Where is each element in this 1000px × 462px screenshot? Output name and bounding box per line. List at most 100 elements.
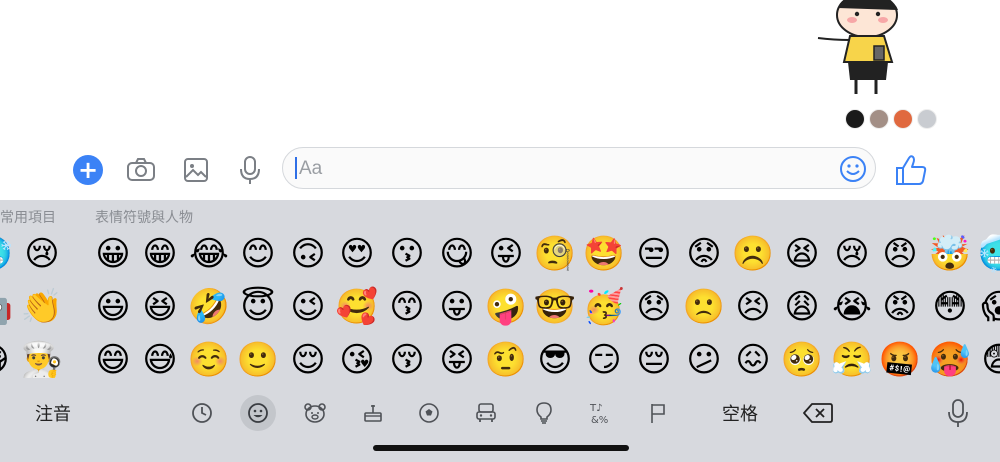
emoji-key[interactable]: 🥺: [780, 338, 824, 382]
emoji-key[interactable]: 😒: [632, 232, 676, 276]
emoji-key[interactable]: 😕: [682, 338, 726, 382]
emoji-key[interactable]: 😂: [187, 232, 231, 276]
emoji-key[interactable]: 😄: [91, 338, 135, 382]
tab-travel[interactable]: [468, 390, 504, 436]
microphone-icon: [948, 399, 968, 427]
tab-recent[interactable]: [184, 390, 220, 436]
emoji-key[interactable]: 🤣: [187, 285, 231, 329]
emoji-key[interactable]: 😌: [286, 338, 330, 382]
tab-activity[interactable]: [411, 390, 447, 436]
emoji-key[interactable]: 😣: [731, 285, 775, 329]
emoji-key[interactable]: 😱: [977, 285, 1000, 329]
emoji-key[interactable]: 😝: [435, 338, 479, 382]
emoji-key[interactable]: 😃: [91, 285, 135, 329]
emoji-key[interactable]: 🤪: [484, 285, 528, 329]
emoji-key[interactable]: 😅: [138, 338, 182, 382]
emoji-key[interactable]: 😉: [286, 285, 330, 329]
emoji-key[interactable]: 😛: [435, 285, 479, 329]
add-button[interactable]: +: [71, 153, 105, 187]
emoji-key[interactable]: 🤨: [484, 338, 528, 382]
emoji-key[interactable]: 😍: [335, 232, 379, 276]
tab-smileys[interactable]: [240, 395, 276, 431]
soccer-ball-icon: [419, 403, 439, 423]
space-key[interactable]: 空格: [710, 390, 770, 436]
tab-animals[interactable]: [297, 390, 333, 436]
emoji-key[interactable]: 😞: [632, 285, 676, 329]
emoji-key[interactable]: 🤓: [533, 285, 577, 329]
gallery-button[interactable]: [179, 153, 213, 187]
frequent-emoji-key[interactable]: 😢: [20, 232, 64, 276]
frequent-emoji-key[interactable]: 🥶: [0, 232, 14, 276]
emoji-key[interactable]: 😁: [138, 232, 182, 276]
frequent-emoji-key[interactable]: 😷: [0, 338, 14, 382]
emoji-key[interactable]: 😫: [780, 232, 824, 276]
emoji-key[interactable]: 🤬: [878, 338, 922, 382]
frequent-emoji-key[interactable]: 🤖: [0, 285, 14, 329]
emoji-key[interactable]: 😳: [928, 285, 972, 329]
emoji-key[interactable]: 😙: [385, 285, 429, 329]
tab-flags[interactable]: [640, 390, 676, 436]
emoji-key[interactable]: 😨: [977, 338, 1000, 382]
tab-food[interactable]: [355, 390, 391, 436]
emoji-key[interactable]: 😔: [632, 338, 676, 382]
emoji-key[interactable]: 😗: [385, 232, 429, 276]
emoji-key[interactable]: 😎: [533, 338, 577, 382]
read-receipts: [845, 109, 937, 131]
emoji-key[interactable]: 😜: [484, 232, 528, 276]
emoji-key[interactable]: 🥳: [582, 285, 626, 329]
emoji-key[interactable]: 😢: [830, 232, 874, 276]
symbols-icon: T♪ &%: [589, 403, 608, 425]
emoji-key[interactable]: 😠: [878, 232, 922, 276]
emoji-key[interactable]: 🥶: [977, 232, 1000, 276]
frequent-emoji-key[interactable]: 👨‍🍳: [20, 338, 64, 382]
frequent-emoji-key[interactable]: 👏: [20, 285, 64, 329]
emoji-key[interactable]: 😟: [682, 232, 726, 276]
emoji-key[interactable]: 😘: [335, 338, 379, 382]
emoji-key[interactable]: 😊: [236, 232, 280, 276]
emoji-key[interactable]: 🙃: [286, 232, 330, 276]
smiley-icon: [248, 403, 268, 423]
chat-area: [0, 0, 1000, 145]
keyboard-toolbar: 注音 T♪ &% 空格: [0, 390, 1000, 440]
emoji-key[interactable]: 🧐: [533, 232, 577, 276]
emoji-key[interactable]: ☺️: [187, 338, 231, 382]
emoji-key[interactable]: 🙁: [682, 285, 726, 329]
flag-icon: [651, 404, 665, 423]
emoji-key[interactable]: 😏: [582, 338, 626, 382]
space-label: 空格: [722, 404, 758, 425]
emoji-key[interactable]: 🤩: [582, 232, 626, 276]
emoji-key[interactable]: 😖: [731, 338, 775, 382]
emoji-key[interactable]: 😡: [878, 285, 922, 329]
emoji-key[interactable]: 😇: [236, 285, 280, 329]
input-mode-toggle[interactable]: 注音: [28, 390, 78, 436]
tab-objects[interactable]: [526, 390, 562, 436]
emoji-toggle-icon[interactable]: [839, 155, 867, 183]
emoji-key[interactable]: 😭: [830, 285, 874, 329]
camera-icon: [127, 158, 155, 181]
delete-key[interactable]: [798, 390, 838, 436]
emoji-key[interactable]: 😆: [138, 285, 182, 329]
emoji-key[interactable]: 🥰: [335, 285, 379, 329]
clock-icon: [192, 403, 212, 423]
emoji-key[interactable]: 🙂: [236, 338, 280, 382]
emoji-key[interactable]: 🤯: [928, 232, 972, 276]
bear-icon: [304, 403, 326, 423]
message-input[interactable]: [297, 152, 821, 186]
camera-button[interactable]: [124, 153, 158, 187]
tab-symbols[interactable]: T♪ &%: [583, 390, 619, 436]
emoji-key[interactable]: 😚: [385, 338, 429, 382]
emoji-key[interactable]: ☹️: [731, 232, 775, 276]
emoji-key[interactable]: 🥵: [928, 338, 972, 382]
voice-button[interactable]: [233, 153, 267, 187]
thumbs-up-icon[interactable]: [893, 152, 929, 188]
sticker-image[interactable]: [812, 0, 912, 100]
emoji-key[interactable]: 😤: [830, 338, 874, 382]
dictation-key[interactable]: [940, 390, 976, 436]
lightbulb-icon: [536, 402, 552, 424]
emoji-key[interactable]: 😩: [780, 285, 824, 329]
home-indicator: [373, 445, 629, 451]
emoji-key[interactable]: 😀: [91, 232, 135, 276]
category-label-frequent: 常用項目: [0, 210, 56, 226]
emoji-key[interactable]: 😋: [435, 232, 479, 276]
message-composer: +: [0, 145, 1000, 200]
